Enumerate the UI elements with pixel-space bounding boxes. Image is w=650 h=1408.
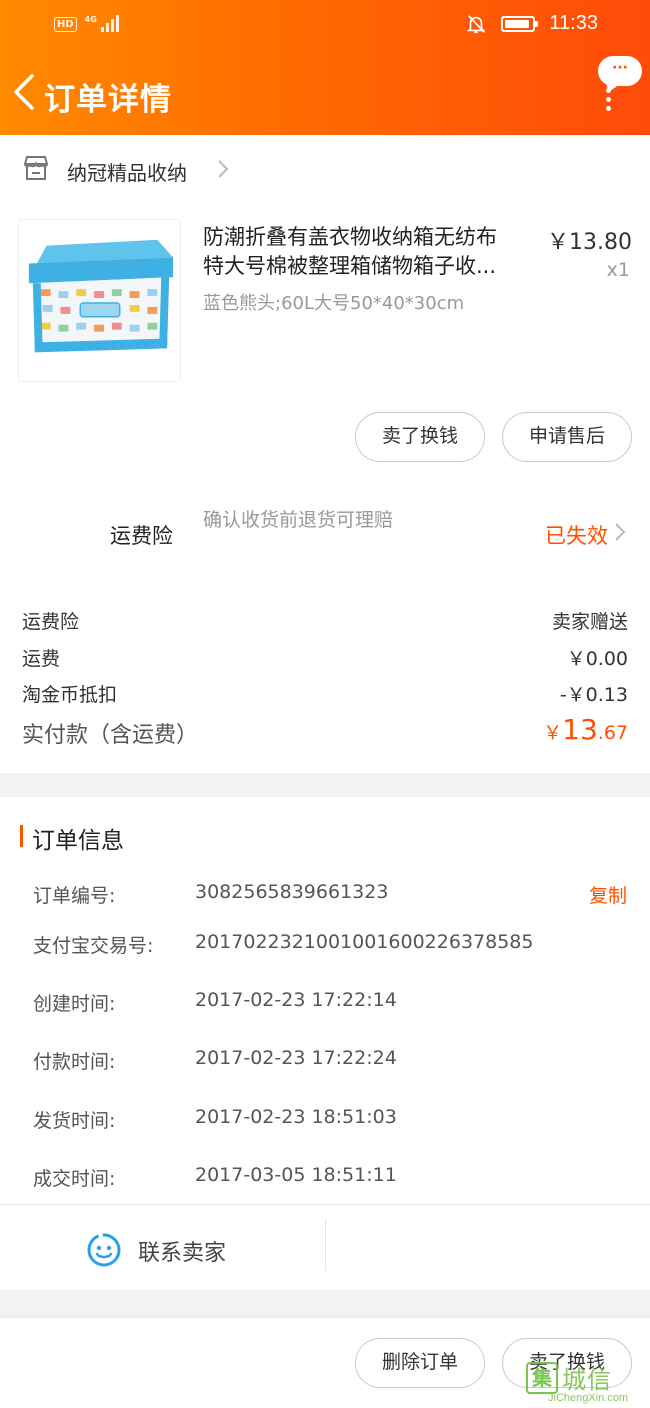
info-key: 支付宝交易号:	[33, 935, 154, 957]
fee-row-coin-discount: 淘金币抵扣 -￥0.13	[22, 680, 628, 707]
hd-badge: HD	[54, 17, 77, 32]
delete-order-button[interactable]: 删除订单	[355, 1338, 485, 1388]
chevron-right-icon	[218, 160, 229, 178]
product-image[interactable]	[18, 219, 181, 382]
total-int: 13	[562, 713, 598, 746]
signal-group: HD 4G	[54, 14, 119, 32]
product-quantity: x1	[606, 259, 630, 281]
fee-label: 运费	[22, 648, 61, 670]
info-key: 订单编号:	[33, 885, 116, 907]
info-value: 2017022321001001600226378585	[195, 931, 534, 953]
fee-label: 淘金币抵扣	[22, 684, 118, 706]
fee-value: -￥0.13	[559, 684, 628, 706]
product-sku: 蓝色熊头;60L大号50*40*30cm	[203, 293, 465, 314]
fee-value: ￥0.00	[566, 648, 628, 670]
product-price: ￥13.80	[547, 230, 632, 255]
app-header: HD 4G 11:33 订单详情 ···	[0, 0, 650, 135]
info-value: 2017-02-23 18:51:03	[195, 1106, 397, 1128]
shipping-insurance-status[interactable]: 已失效	[545, 520, 608, 550]
info-value: 3082565839661323	[195, 881, 389, 903]
fee-row-insurance: 运费险 卖家赠送	[22, 607, 628, 634]
order-info-card: 订单信息 订单编号: 3082565839661323 复制 支付宝交易号: 2…	[0, 797, 650, 1290]
watermark-url: JiChengXin.com	[548, 1392, 629, 1404]
more-menu-icon[interactable]	[604, 88, 612, 111]
copy-button[interactable]: 复制	[589, 881, 627, 908]
status-right: 11:33	[465, 12, 598, 35]
back-arrow-icon[interactable]	[10, 72, 40, 112]
total-label: 实付款（含运费）	[22, 723, 199, 748]
vertical-divider	[325, 1219, 326, 1271]
info-key: 付款时间:	[33, 1051, 116, 1073]
shop-row[interactable]: 纳冠精品收纳	[0, 135, 650, 205]
product-title-line1: 防潮折叠有盖衣物收纳箱无纺布	[203, 225, 497, 249]
watermark-logo: 集 城信 JiChengXin.com	[526, 1356, 646, 1406]
page-title: 订单详情	[44, 82, 172, 118]
fee-value: 卖家赠送	[551, 611, 628, 633]
fee-row-shipping: 运费 ￥0.00	[22, 644, 628, 671]
shipping-insurance-label: 运费险	[110, 524, 173, 548]
mute-bell-icon	[467, 14, 486, 33]
section-accent-bar	[20, 825, 23, 847]
info-value: 2017-03-05 18:51:11	[195, 1164, 397, 1186]
fee-row-total: 实付款（含运费） ￥13.67	[22, 713, 628, 749]
fee-label: 运费险	[22, 611, 80, 633]
status-bar: HD 4G 11:33	[0, 0, 650, 48]
apply-after-sale-button[interactable]: 申请售后	[502, 412, 632, 462]
chat-face-icon	[87, 1233, 121, 1267]
total-amount: ￥13.67	[543, 713, 628, 746]
shop-name: 纳冠精品收纳	[67, 161, 187, 185]
network-type: 4G	[84, 15, 97, 24]
info-key: 成交时间:	[33, 1168, 116, 1190]
info-key: 创建时间:	[33, 993, 116, 1015]
product-title-line2: 特大号棉被整理箱储物箱子收...	[203, 254, 497, 278]
message-bubble-icon[interactable]: ···	[598, 56, 642, 86]
product-title[interactable]: 防潮折叠有盖衣物收纳箱无纺布 特大号棉被整理箱储物箱子收...	[203, 223, 535, 281]
sell-for-cash-button[interactable]: 卖了换钱	[355, 412, 485, 462]
info-key: 发货时间:	[33, 1110, 116, 1132]
signal-icon	[100, 14, 119, 32]
total-dec: .67	[597, 722, 628, 744]
info-value: 2017-02-23 17:22:24	[195, 1047, 397, 1069]
contact-seller-label: 联系卖家	[138, 1241, 227, 1266]
order-card: 纳冠精品收纳 防潮折叠有盖衣物收纳箱无纺布 特大号棉被整理箱储物箱子收... 蓝…	[0, 135, 650, 773]
store-icon	[24, 156, 48, 180]
section-title: 订单信息	[32, 828, 124, 854]
currency-symbol: ￥	[543, 722, 563, 744]
contact-seller-button[interactable]: 联系卖家	[0, 1205, 325, 1290]
info-value: 2017-02-23 17:22:14	[195, 989, 397, 1011]
battery-icon	[501, 15, 539, 32]
chevron-right-icon[interactable]	[612, 520, 628, 544]
shipping-insurance-desc: 确认收货前退货可理赔	[203, 509, 394, 531]
clock: 11:33	[549, 12, 598, 34]
watermark-text: 城信	[562, 1366, 612, 1394]
watermark-box: 集	[526, 1362, 558, 1394]
